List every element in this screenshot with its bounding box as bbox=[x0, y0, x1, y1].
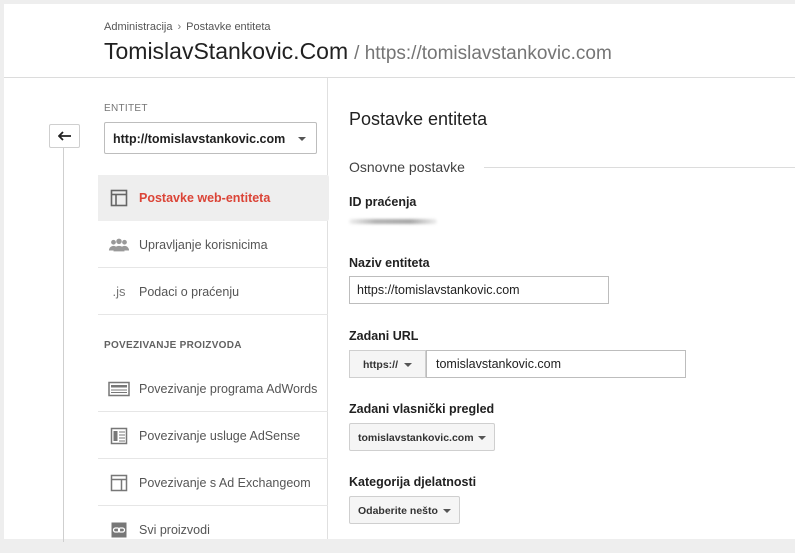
default-view-dropdown[interactable]: tomislavstankovic.com bbox=[349, 423, 495, 451]
default-view-value: tomislavstankovic.com bbox=[358, 432, 474, 444]
sidebar-item-user-management[interactable]: Upravljanje korisnicima bbox=[98, 222, 328, 268]
entity-select-value: http://tomislavstankovic.com bbox=[113, 132, 286, 146]
protocol-value: https:// bbox=[363, 359, 398, 371]
sidebar-item-all-products[interactable]: Svi proizvodi bbox=[98, 507, 328, 553]
default-view-label: Zadani vlasnički pregled bbox=[349, 402, 495, 416]
js-icon: .js bbox=[112, 284, 126, 299]
property-name-input[interactable]: https://tomislavstankovic.com bbox=[349, 276, 609, 304]
chevron-down-icon bbox=[298, 137, 306, 141]
link-icon bbox=[108, 519, 130, 541]
users-icon bbox=[108, 234, 130, 256]
sidebar-item-adwords-linking[interactable]: Povezivanje programa AdWords bbox=[98, 366, 328, 412]
entity-select[interactable]: http://tomislavstankovic.com bbox=[104, 122, 317, 154]
back-arrow-icon bbox=[57, 131, 71, 141]
property-name-label: Naziv entiteta bbox=[349, 256, 430, 270]
breadcrumb-item-administration[interactable]: Administracija bbox=[104, 21, 172, 33]
tracking-id-value-redacted bbox=[349, 219, 437, 224]
breadcrumb-separator: › bbox=[177, 21, 182, 33]
industry-category-label: Kategorija djelatnosti bbox=[349, 475, 477, 489]
industry-category-dropdown[interactable]: Odaberite nešto bbox=[349, 496, 460, 524]
breadcrumb: Administracija › Postavke entiteta bbox=[104, 21, 271, 33]
chevron-down-icon bbox=[404, 363, 412, 367]
sidebar-item-ad-exchange-linking[interactable]: Povezivanje s Ad Exchangeom bbox=[98, 460, 328, 506]
industry-category-value: Odaberite nešto bbox=[358, 505, 438, 517]
ad-exchange-icon bbox=[108, 472, 130, 494]
sidebar-divider bbox=[63, 142, 64, 542]
protocol-select[interactable]: https:// bbox=[349, 350, 426, 378]
panel-title: Postavke entiteta bbox=[349, 109, 488, 129]
page-title: TomislavStankovic.Com bbox=[104, 38, 349, 64]
admin-sidebar: ENTITET http://tomislavstankovic.com Pos… bbox=[4, 78, 341, 542]
layout-icon bbox=[108, 187, 130, 209]
entity-label: ENTITET bbox=[104, 103, 148, 114]
tracking-id-label: ID praćenja bbox=[349, 195, 417, 209]
sidebar-item-tracking-info[interactable]: .js Podaci o praćenju bbox=[98, 269, 328, 315]
breadcrumb-item-property-settings: Postavke entiteta bbox=[186, 21, 271, 33]
adwords-icon bbox=[108, 378, 130, 400]
back-button[interactable] bbox=[49, 124, 80, 148]
sidebar-item-label: Svi proizvodi bbox=[139, 523, 210, 537]
title-row: TomislavStankovic.Com / https://tomislavs… bbox=[104, 38, 612, 65]
sidebar-item-adsense-linking[interactable]: Povezivanje usluge AdSense bbox=[98, 413, 328, 459]
basic-settings-heading: Osnovne postavke bbox=[349, 159, 465, 175]
page-card: Administracija › Postavke entiteta Tomisla… bbox=[4, 4, 795, 542]
sidebar-item-label: Povezivanje s Ad Exchangeom bbox=[139, 475, 311, 490]
sidebar-item-label: Podaci o praćenju bbox=[139, 284, 240, 299]
section-divider bbox=[484, 167, 795, 168]
property-settings-panel: Postavke entiteta Osnovne postavke ID pr… bbox=[329, 78, 795, 539]
sidebar-item-label: Upravljanje korisnicima bbox=[139, 237, 268, 252]
product-linking-section-label: POVEZIVANJE PROIZVODA bbox=[104, 340, 242, 351]
default-url-label: Zadani URL bbox=[349, 329, 419, 343]
adsense-icon bbox=[108, 425, 130, 447]
sidebar-item-property-settings[interactable]: Postavke web-entiteta bbox=[98, 175, 341, 221]
chevron-down-icon bbox=[443, 509, 451, 513]
sidebar-item-label: Postavke web-entiteta bbox=[139, 191, 271, 205]
page-header: Administracija › Postavke entiteta Tomisla… bbox=[4, 4, 795, 78]
sidebar-item-label: Povezivanje programa AdWords bbox=[139, 381, 318, 396]
page-subtitle: / https://tomislavstankovic.com bbox=[354, 43, 612, 64]
sidebar-item-label: Povezivanje usluge AdSense bbox=[139, 428, 301, 443]
chevron-down-icon bbox=[478, 436, 486, 440]
default-url-input[interactable]: tomislavstankovic.com bbox=[426, 350, 686, 378]
